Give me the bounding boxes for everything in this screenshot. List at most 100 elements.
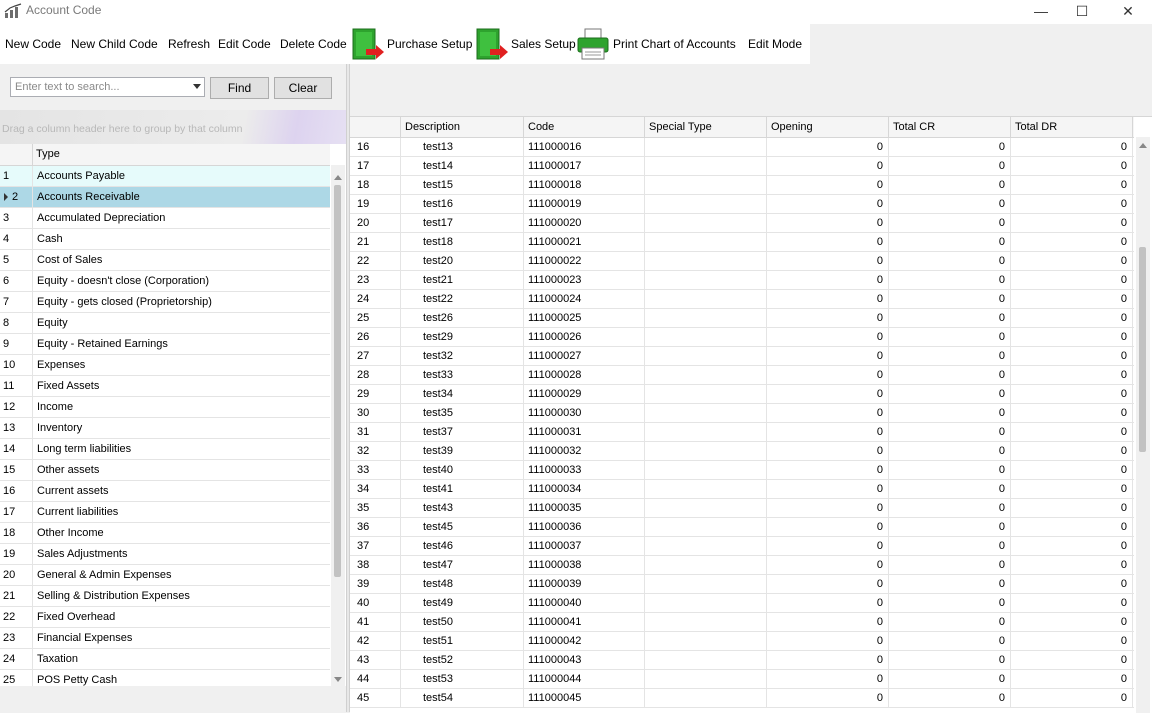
sales-setup-button[interactable]: Sales Setup	[511, 24, 576, 64]
code-cell[interactable]: 111000016	[524, 138, 645, 156]
printer-icon[interactable]	[576, 27, 610, 61]
chevron-down-icon[interactable]	[193, 84, 201, 89]
special-type-cell[interactable]	[645, 575, 767, 593]
type-grid-scrollbar[interactable]	[331, 165, 345, 686]
code-cell[interactable]: 111000036	[524, 518, 645, 536]
type-grid-row[interactable]: 15 Other assets	[0, 460, 330, 481]
special-type-cell[interactable]	[645, 480, 767, 498]
new-child-code-button[interactable]: New Child Code	[71, 24, 158, 64]
description-cell[interactable]: test13	[401, 138, 524, 156]
opening-cell[interactable]: 0	[767, 537, 889, 555]
opening-cell[interactable]: 0	[767, 252, 889, 270]
total-dr-cell[interactable]: 0	[1011, 176, 1133, 194]
search-combo[interactable]	[10, 77, 205, 97]
code-grid-row[interactable]: 17 test14 111000017 0 0 0	[350, 157, 1134, 176]
opening-cell[interactable]: 0	[767, 328, 889, 346]
type-cell[interactable]: Equity - Retained Earnings	[32, 334, 330, 354]
description-cell[interactable]: test18	[401, 233, 524, 251]
total-cr-cell[interactable]: 0	[889, 423, 1011, 441]
total-cr-cell[interactable]: 0	[889, 347, 1011, 365]
type-grid-row[interactable]: 19 Sales Adjustments	[0, 544, 330, 565]
scroll-thumb[interactable]	[334, 185, 341, 577]
special-type-cell[interactable]	[645, 518, 767, 536]
code-grid-row[interactable]: 19 test16 111000019 0 0 0	[350, 195, 1134, 214]
total-cr-cell[interactable]: 0	[889, 252, 1011, 270]
total-dr-cell[interactable]: 0	[1011, 613, 1133, 631]
description-cell[interactable]: test20	[401, 252, 524, 270]
special-type-cell[interactable]	[645, 689, 767, 707]
total-cr-cell[interactable]: 0	[889, 271, 1011, 289]
opening-cell[interactable]: 0	[767, 613, 889, 631]
special-type-cell[interactable]	[645, 632, 767, 650]
type-cell[interactable]: POS Petty Cash	[32, 670, 330, 686]
total-dr-cell[interactable]: 0	[1011, 575, 1133, 593]
total-dr-cell[interactable]: 0	[1011, 632, 1133, 650]
total-cr-cell[interactable]: 0	[889, 461, 1011, 479]
type-grid-row[interactable]: 3 Accumulated Depreciation	[0, 208, 330, 229]
total-cr-cell[interactable]: 0	[889, 632, 1011, 650]
total-dr-cell[interactable]: 0	[1011, 480, 1133, 498]
code-cell[interactable]: 111000033	[524, 461, 645, 479]
type-cell[interactable]: Sales Adjustments	[32, 544, 330, 564]
special-type-cell[interactable]	[645, 556, 767, 574]
code-cell[interactable]: 111000026	[524, 328, 645, 346]
total-dr-cell[interactable]: 0	[1011, 290, 1133, 308]
type-column-header[interactable]: Type	[36, 148, 60, 160]
total-dr-cell[interactable]: 0	[1011, 233, 1133, 251]
code-grid-row[interactable]: 38 test47 111000038 0 0 0	[350, 556, 1134, 575]
type-grid-row[interactable]: 13 Inventory	[0, 418, 330, 439]
opening-cell[interactable]: 0	[767, 651, 889, 669]
type-grid-row[interactable]: 17 Current liabilities	[0, 502, 330, 523]
description-cell[interactable]: test48	[401, 575, 524, 593]
total-cr-column-header[interactable]: Total CR	[889, 117, 1011, 137]
type-grid-row[interactable]: 7 Equity - gets closed (Proprietorship)	[0, 292, 330, 313]
code-cell[interactable]: 111000028	[524, 366, 645, 384]
code-cell[interactable]: 111000021	[524, 233, 645, 251]
type-cell[interactable]: Other assets	[32, 460, 330, 480]
opening-cell[interactable]: 0	[767, 556, 889, 574]
type-cell[interactable]: Expenses	[32, 355, 330, 375]
code-grid-row[interactable]: 41 test50 111000041 0 0 0	[350, 613, 1134, 632]
total-dr-cell[interactable]: 0	[1011, 499, 1133, 517]
opening-cell[interactable]: 0	[767, 309, 889, 327]
description-column-header[interactable]: Description	[401, 117, 524, 137]
refresh-button[interactable]: Refresh	[168, 24, 210, 64]
description-cell[interactable]: test26	[401, 309, 524, 327]
opening-column-header[interactable]: Opening	[767, 117, 889, 137]
opening-cell[interactable]: 0	[767, 347, 889, 365]
code-cell[interactable]: 111000044	[524, 670, 645, 688]
special-type-cell[interactable]	[645, 423, 767, 441]
type-cell[interactable]: General & Admin Expenses	[32, 565, 330, 585]
total-cr-cell[interactable]: 0	[889, 499, 1011, 517]
code-cell[interactable]: 111000024	[524, 290, 645, 308]
code-grid-row[interactable]: 20 test17 111000020 0 0 0	[350, 214, 1134, 233]
special-type-cell[interactable]	[645, 328, 767, 346]
opening-cell[interactable]: 0	[767, 518, 889, 536]
opening-cell[interactable]: 0	[767, 404, 889, 422]
code-cell[interactable]: 111000019	[524, 195, 645, 213]
type-cell[interactable]: Long term liabilities	[32, 439, 330, 459]
code-grid-row[interactable]: 23 test21 111000023 0 0 0	[350, 271, 1134, 290]
opening-cell[interactable]: 0	[767, 670, 889, 688]
total-dr-cell[interactable]: 0	[1011, 442, 1133, 460]
code-grid-row[interactable]: 42 test51 111000042 0 0 0	[350, 632, 1134, 651]
type-cell[interactable]: Accounts Receivable	[32, 187, 330, 207]
edit-mode-button[interactable]: Edit Mode	[748, 24, 802, 64]
total-cr-cell[interactable]: 0	[889, 138, 1011, 156]
code-grid-row[interactable]: 29 test34 111000029 0 0 0	[350, 385, 1134, 404]
description-cell[interactable]: test52	[401, 651, 524, 669]
description-cell[interactable]: test21	[401, 271, 524, 289]
description-cell[interactable]: test16	[401, 195, 524, 213]
group-by-panel[interactable]: Drag a column header here to group by th…	[0, 110, 346, 144]
opening-cell[interactable]: 0	[767, 632, 889, 650]
total-cr-cell[interactable]: 0	[889, 537, 1011, 555]
code-cell[interactable]: 111000031	[524, 423, 645, 441]
description-cell[interactable]: test49	[401, 594, 524, 612]
total-dr-cell[interactable]: 0	[1011, 537, 1133, 555]
description-cell[interactable]: test29	[401, 328, 524, 346]
type-grid-row[interactable]: 9 Equity - Retained Earnings	[0, 334, 330, 355]
total-dr-cell[interactable]: 0	[1011, 271, 1133, 289]
type-grid-row[interactable]: 20 General & Admin Expenses	[0, 565, 330, 586]
find-button[interactable]: Find	[210, 77, 269, 99]
total-cr-cell[interactable]: 0	[889, 385, 1011, 403]
